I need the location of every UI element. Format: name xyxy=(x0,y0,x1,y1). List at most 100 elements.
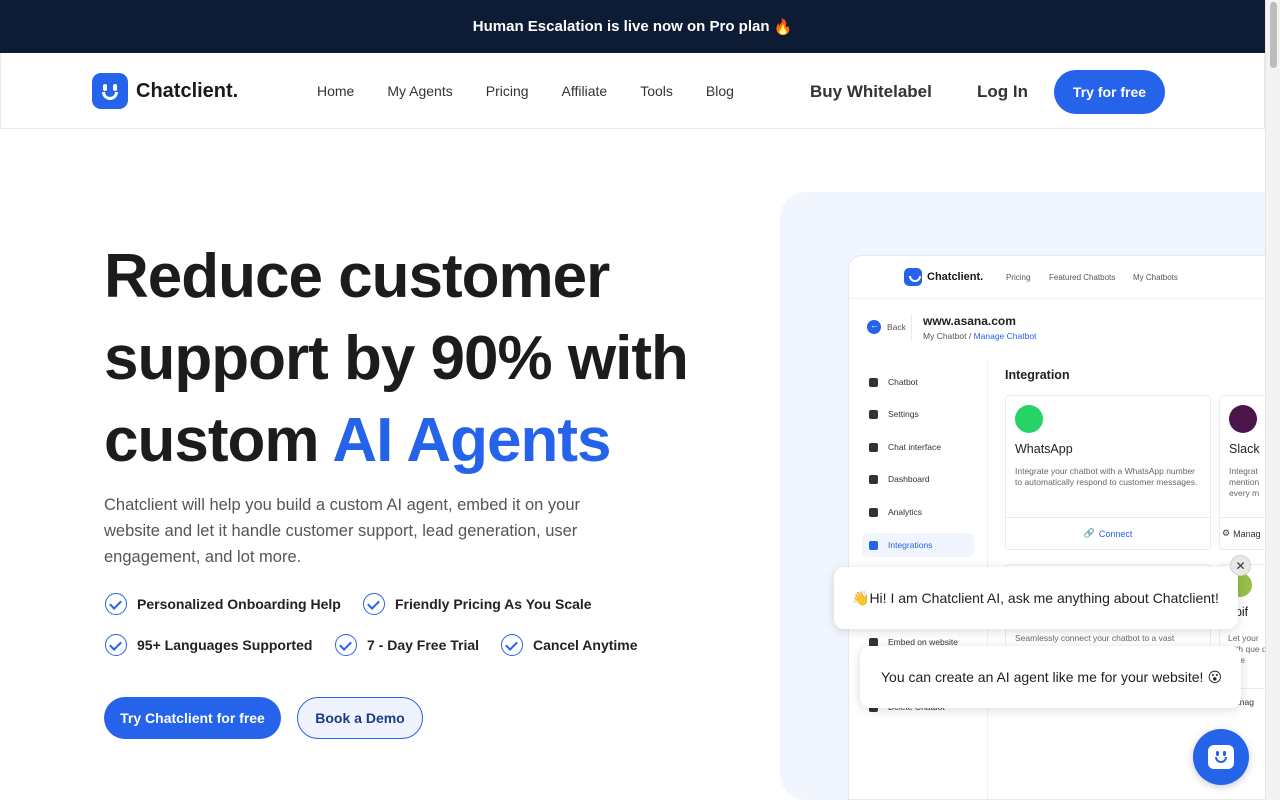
feature-label: 7 - Day Free Trial xyxy=(367,637,480,653)
chat-launcher-button[interactable] xyxy=(1193,729,1249,785)
brand-name: Chatclient. xyxy=(136,79,239,102)
page-scrollbar[interactable] xyxy=(1265,0,1280,800)
feature-label: 95+ Languages Supported xyxy=(137,637,313,653)
chatbot-face-icon xyxy=(1208,745,1234,769)
chat-greeting-text: Hi! I am Chatclient AI, ask me anything … xyxy=(869,590,1219,606)
mockup-side-analytics: Analytics xyxy=(869,507,922,517)
gear-icon: ⚙ xyxy=(1222,528,1231,538)
hero-title-highlight: AI Agents xyxy=(332,406,611,475)
card-name: Slack xyxy=(1229,442,1260,456)
mockup-header: Chatclient. Pricing Featured Chatbots My… xyxy=(849,256,1265,299)
connect-link: 🔗 Connect xyxy=(1006,517,1210,549)
mockup-breadcrumb: My Chatbot / Manage Chatbot xyxy=(923,331,1036,341)
nav-link-pricing[interactable]: Pricing xyxy=(486,83,529,99)
mockup-integration-title: Integration xyxy=(1005,368,1070,382)
side-label: Integrations xyxy=(888,540,933,550)
feature-pricing: Friendly Pricing As You Scale xyxy=(363,593,592,615)
whatsapp-icon xyxy=(1015,405,1043,433)
feature-languages: 95+ Languages Supported xyxy=(105,634,312,656)
card-action: Manag xyxy=(1233,528,1261,539)
chat-pitch-bubble[interactable]: You can create an AI agent like me for y… xyxy=(860,646,1241,708)
smiley-logo-icon xyxy=(92,73,128,109)
scrollbar-thumb[interactable] xyxy=(1270,2,1277,68)
feature-label: Friendly Pricing As You Scale xyxy=(395,596,592,612)
buy-whitelabel-link[interactable]: Buy Whitelabel xyxy=(810,82,932,102)
brand-logo[interactable]: Chatclient. xyxy=(92,73,238,109)
try-for-free-button[interactable]: Try for free xyxy=(1054,70,1165,114)
feature-label: Personalized Onboarding Help xyxy=(137,596,341,612)
check-circle-icon xyxy=(105,593,127,615)
hero-description: Chatclient will help you build a custom … xyxy=(104,496,581,566)
lower-desc-1: Seamlessly connect your chatbot to a vas… xyxy=(1015,633,1175,643)
hero-title-line-1: Reduce customer xyxy=(104,242,610,311)
check-circle-icon xyxy=(335,634,357,656)
chat-pitch-text: You can create an AI agent like me for y… xyxy=(881,669,1204,685)
hero-title-plain: custom xyxy=(104,406,333,475)
mockup-back-label: Back xyxy=(887,322,906,332)
check-circle-icon xyxy=(105,634,127,656)
nav-link-tools[interactable]: Tools xyxy=(640,83,673,99)
mockup-side-chatbot: Chatbot xyxy=(869,377,918,387)
hero-title-line-3: custom AI Agents xyxy=(104,400,744,482)
chat-greeting-bubble[interactable]: 👋 Hi! I am Chatclient AI, ask me anythin… xyxy=(834,567,1238,629)
nav-link-affiliate[interactable]: Affiliate xyxy=(562,83,608,99)
message-icon xyxy=(869,442,878,452)
crumb-link: Manage Chatbot xyxy=(973,331,1037,341)
feature-onboarding: Personalized Onboarding Help xyxy=(105,593,341,615)
pie-chart-icon xyxy=(869,507,878,517)
hero-title-line-2: support by 90% with xyxy=(104,324,689,393)
check-circle-icon xyxy=(501,634,523,656)
feature-label: Cancel Anytime xyxy=(533,637,638,653)
mockup-back: Back xyxy=(867,320,906,334)
feature-cancel: Cancel Anytime xyxy=(501,634,638,656)
feature-free-trial: 7 - Day Free Trial xyxy=(335,634,479,656)
mockup-side-integrations: Integrations xyxy=(869,540,932,550)
gear-icon xyxy=(869,409,878,419)
mockup-site: www.asana.com xyxy=(923,314,1016,328)
side-label: Settings xyxy=(888,409,919,419)
slack-icon xyxy=(1229,405,1257,433)
home-icon xyxy=(869,474,878,484)
check-circle-icon xyxy=(363,593,385,615)
card-desc: Integrate your chatbot with a WhatsApp n… xyxy=(1015,466,1198,487)
mockup-logo: Chatclient. xyxy=(904,268,983,286)
link-icon: 🔗 xyxy=(1083,528,1095,538)
wave-icon: 👋 xyxy=(852,589,870,606)
card-name: WhatsApp xyxy=(1015,442,1073,456)
surprised-face-icon: 😮 xyxy=(1207,668,1223,685)
slack-card: Slack Integrat mention every m ⚙ Manag xyxy=(1219,395,1265,550)
side-label: Analytics xyxy=(888,507,923,517)
hero-title: Reduce customer support by 90% with cust… xyxy=(104,236,744,482)
mockup-side-chat-interface: Chat interface xyxy=(869,442,941,452)
login-link[interactable]: Log In xyxy=(977,82,1028,102)
announcement-banner[interactable]: Human Escalation is live now on Pro plan… xyxy=(0,0,1265,53)
mockup-brand: Chatclient. xyxy=(927,271,984,283)
chat-icon xyxy=(869,377,878,387)
card-desc: Integrat mention every m xyxy=(1229,466,1260,498)
mockup-side-dashboard: Dashboard xyxy=(869,474,930,484)
nav-link-blog[interactable]: Blog xyxy=(706,83,734,99)
nav-link-my-agents[interactable]: My Agents xyxy=(387,83,452,99)
smiley-logo-icon xyxy=(904,268,922,286)
crumb-prefix: My Chatbot / xyxy=(923,331,972,341)
mockup-nav-my-chatbots: My Chatbots xyxy=(1133,273,1178,282)
integration-icon xyxy=(869,540,878,550)
banner-text: Human Escalation is live now on Pro plan xyxy=(472,18,770,35)
side-label: Dashboard xyxy=(888,474,930,484)
dashboard-mockup: Chatclient. Pricing Featured Chatbots My… xyxy=(848,255,1265,800)
side-label: Chat interface xyxy=(888,442,941,452)
book-demo-button[interactable]: Book a Demo xyxy=(297,697,423,739)
close-chat-bubble-icon[interactable]: ✕ xyxy=(1230,555,1251,576)
arrow-left-icon xyxy=(867,320,881,334)
card-action: Connect xyxy=(1098,528,1133,539)
nav-links: Home My Agents Pricing Affiliate Tools B… xyxy=(317,83,767,99)
nav-link-home[interactable]: Home xyxy=(317,83,354,99)
mockup-side-settings: Settings xyxy=(869,409,919,419)
fire-icon: 🔥 xyxy=(773,18,793,36)
main-navbar: Chatclient. Home My Agents Pricing Affil… xyxy=(0,53,1265,129)
manage-link: ⚙ Manag xyxy=(1220,517,1265,549)
side-label: Chatbot xyxy=(888,377,918,387)
mockup-nav-featured: Featured Chatbots xyxy=(1049,273,1116,282)
mockup-nav-pricing: Pricing xyxy=(1006,273,1031,282)
try-chatclient-button[interactable]: Try Chatclient for free xyxy=(104,697,281,739)
